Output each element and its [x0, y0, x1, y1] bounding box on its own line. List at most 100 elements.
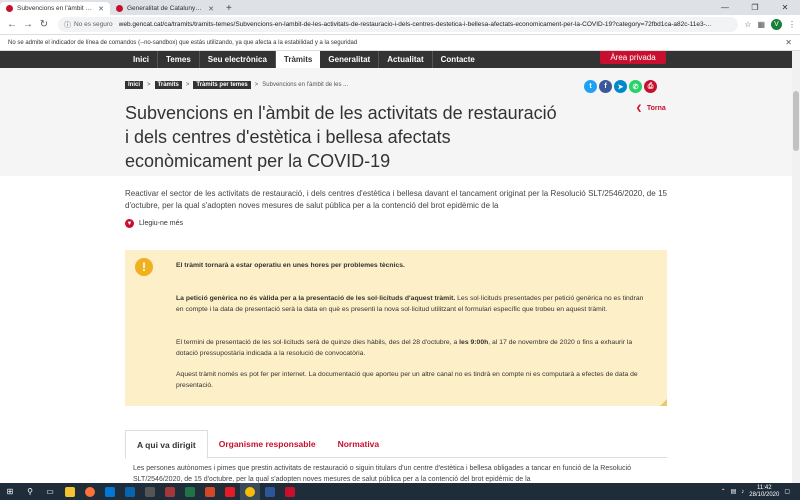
store-icon[interactable]: [140, 483, 160, 500]
task-view-icon[interactable]: ▭: [40, 483, 60, 500]
nav-item-contacte[interactable]: Contacte: [433, 51, 483, 68]
breadcrumb-item[interactable]: Tràmits: [154, 81, 182, 89]
tab-title: Subvencions en l'àmbit de les acti: [17, 5, 94, 12]
close-icon[interactable]: ✕: [98, 5, 104, 13]
breadcrumb: Inici > Tràmits > Tràmits per temes > Su…: [125, 81, 348, 89]
notice-line-1: El tràmit tornarà a estar operatiu en un…: [176, 262, 405, 269]
clock-date: 28/10/2020: [749, 491, 780, 498]
warning-icon: !: [135, 258, 153, 276]
page-scrollbar[interactable]: [792, 51, 800, 483]
url-text: web.gencat.cat/ca/tramits/tramits-temes/…: [118, 21, 712, 28]
minimize-icon[interactable]: —: [710, 0, 740, 15]
window-controls: — ❐ ✕: [710, 0, 800, 15]
powerpoint-icon[interactable]: [200, 483, 220, 500]
avatar[interactable]: V: [771, 19, 782, 30]
app-icon[interactable]: [280, 483, 300, 500]
close-icon[interactable]: ✕: [785, 38, 792, 47]
file-explorer-icon[interactable]: [60, 483, 80, 500]
security-label: No es seguro: [74, 21, 113, 28]
print-icon[interactable]: ⎙: [644, 80, 657, 93]
forward-icon[interactable]: →: [20, 19, 36, 30]
nav-item-seu-electronica[interactable]: Seu electrònica: [200, 51, 276, 68]
chevron-down-icon: ▼: [125, 219, 134, 228]
chevron-left-icon: ❮: [636, 105, 642, 112]
chevron-up-icon[interactable]: ⌃: [721, 488, 726, 495]
notice-box: ! El tràmit tornarà a estar operatiu en …: [125, 250, 667, 406]
clock-time: 11:42: [757, 484, 772, 491]
clock[interactable]: 11:42 28/10/2020: [749, 485, 779, 499]
back-link[interactable]: ❮ Torna: [636, 104, 666, 113]
acrobat-icon[interactable]: [220, 483, 240, 500]
private-area-button[interactable]: Àrea privada: [600, 51, 666, 64]
breadcrumb-separator: >: [254, 82, 259, 88]
nav-item-temes[interactable]: Temes: [158, 51, 200, 68]
scrollbar-thumb[interactable]: [793, 91, 799, 151]
windows-start-icon[interactable]: ⊞: [0, 483, 20, 500]
gencat-favicon-icon: [116, 5, 123, 12]
read-more-label: Llegiu-ne més: [139, 220, 183, 227]
search-icon[interactable]: ⚲: [20, 483, 40, 500]
breadcrumb-current: Subvencions en l'àmbit de les ...: [262, 82, 349, 88]
notice-paragraph-3: El termini de presentació de les sol·lic…: [176, 337, 646, 359]
social-share: t f ➤ ✆ ⎙: [584, 80, 657, 93]
reload-icon[interactable]: ↻: [36, 19, 52, 30]
nav-item-actualitat[interactable]: Actualitat: [379, 51, 433, 68]
nav-item-tramits[interactable]: Tràmits: [275, 51, 321, 68]
twitter-icon[interactable]: t: [584, 80, 597, 93]
browser-toolbar: ← → ↻ ⓘ No es seguro web.gencat.cat/ca/t…: [0, 15, 800, 35]
nav-item-inici[interactable]: Inici: [125, 51, 159, 68]
notice-corner: [660, 399, 667, 406]
breadcrumb-item[interactable]: Inici: [125, 81, 144, 89]
telegram-icon[interactable]: ➤: [614, 80, 627, 93]
title-area: Inici > Tràmits > Tràmits per temes > Su…: [0, 68, 792, 176]
notice-text: El termini de presentació de les sol·lic…: [176, 339, 460, 346]
close-icon[interactable]: ✕: [208, 5, 214, 13]
word-icon[interactable]: [260, 483, 280, 500]
new-tab-button[interactable]: +: [220, 2, 238, 15]
facebook-icon[interactable]: f: [599, 80, 612, 93]
page-viewport: Inici Temes Seu electrònica Tràmits Gene…: [0, 51, 792, 483]
access-icon[interactable]: [160, 483, 180, 500]
network-icon[interactable]: ▤: [731, 488, 737, 495]
notice-bold-text: La petició genèrica no és vàlida per a l…: [176, 295, 456, 302]
site-nav: Inici Temes Seu electrònica Tràmits Gene…: [0, 51, 792, 68]
notice-paragraph-2: La petició genèrica no és vàlida per a l…: [176, 293, 646, 315]
page-title: Subvencions en l'àmbit de les activitats…: [125, 103, 557, 171]
address-bar[interactable]: ⓘ No es seguro web.gencat.cat/ca/tramits…: [58, 17, 739, 32]
browser-tabstrip: Subvencions en l'àmbit de les acti ✕ Gen…: [0, 0, 800, 15]
breadcrumb-item[interactable]: Tràmits per temes: [193, 81, 251, 89]
browser-tab-active[interactable]: Subvencions en l'àmbit de les acti ✕: [0, 2, 110, 15]
breadcrumb-separator: >: [147, 82, 151, 88]
tab-a-qui-va-dirigit[interactable]: A qui va dirigit: [125, 430, 208, 459]
back-link-label: Torna: [646, 104, 666, 112]
firefox-icon[interactable]: [80, 483, 100, 500]
read-more-link[interactable]: ▼ Llegiu-ne més: [125, 219, 183, 228]
menu-icon[interactable]: ⋮: [788, 20, 796, 29]
maximize-icon[interactable]: ❐: [740, 0, 770, 15]
tab-content-text: Les persones autònomes i pimes que prest…: [133, 465, 632, 483]
tab-title: Generalitat de Catalunya - Oficin: [127, 5, 204, 12]
whatsapp-icon[interactable]: ✆: [629, 80, 642, 93]
windows-taskbar: ⊞ ⚲ ▭ ⌃ ▤ ♪ 11:42 28/10/2020 ▢: [0, 483, 800, 500]
info-icon[interactable]: ⓘ: [64, 20, 71, 30]
notifications-icon[interactable]: ▢: [784, 488, 790, 495]
extensions-icon[interactable]: ▦: [757, 20, 765, 29]
back-icon[interactable]: ←: [4, 19, 20, 30]
photos-icon[interactable]: [100, 483, 120, 500]
gencat-favicon-icon: [6, 5, 13, 12]
intro-text: Reactivar el sector de les activitats de…: [125, 189, 667, 210]
outlook-icon[interactable]: [120, 483, 140, 500]
tab-organisme-responsable[interactable]: Organisme responsable: [208, 430, 327, 458]
close-window-icon[interactable]: ✕: [770, 0, 800, 15]
star-icon[interactable]: ☆: [744, 20, 751, 29]
notice-bold-text: les 9:00h: [459, 339, 489, 346]
chrome-icon[interactable]: [240, 483, 260, 500]
infobar-text: No se admite el indicador de línea de co…: [8, 39, 358, 46]
notice-paragraph-4: Aquest tràmit només es pot fer per inter…: [176, 371, 638, 389]
volume-icon[interactable]: ♪: [741, 489, 744, 495]
tab-normativa[interactable]: Normativa: [327, 430, 391, 458]
system-tray: ⌃ ▤ ♪ 11:42 28/10/2020 ▢: [721, 485, 800, 499]
excel-icon[interactable]: [180, 483, 200, 500]
browser-tab[interactable]: Generalitat de Catalunya - Oficin ✕: [110, 2, 220, 15]
nav-item-generalitat[interactable]: Generalitat: [320, 51, 380, 68]
